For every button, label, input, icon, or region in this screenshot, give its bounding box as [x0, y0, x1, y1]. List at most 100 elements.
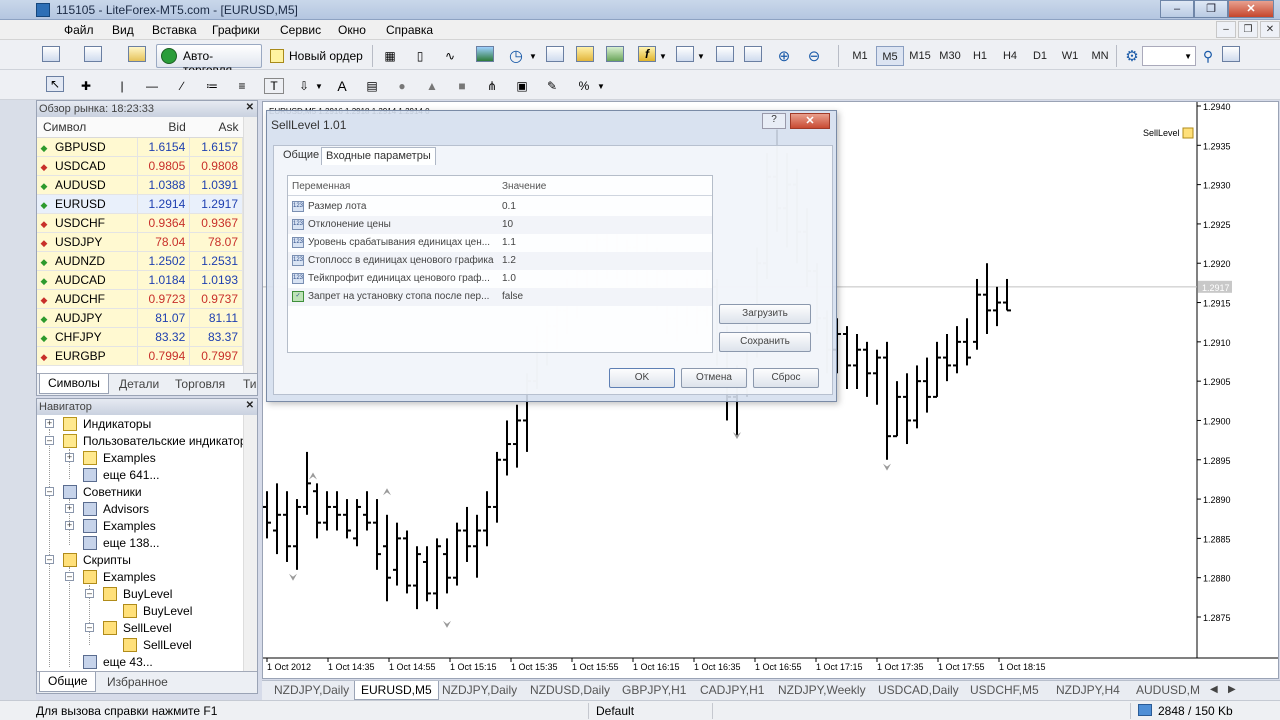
collapse-icon[interactable]: –	[45, 436, 54, 445]
market-watch-row[interactable]: ◆ EURGBP 0.7994 0.7997	[37, 346, 243, 366]
timeframe-w1[interactable]: W1	[1056, 46, 1084, 66]
nav-item-scripts[interactable]: Скрипты	[83, 553, 131, 569]
parameter-value[interactable]: false	[502, 291, 523, 302]
tab-details[interactable]: Детали	[119, 377, 159, 391]
rectangle-icon[interactable]: ■	[452, 76, 472, 96]
parameter-value[interactable]: 10	[502, 219, 513, 230]
nav-item-buylevel-folder[interactable]: BuyLevel	[123, 587, 172, 603]
timeframe-m5[interactable]: M5	[876, 46, 904, 66]
new-chart-icon[interactable]	[42, 46, 60, 62]
chart-tab[interactable]: USDCAD,Daily	[878, 683, 959, 697]
market-watch-scrollbar[interactable]	[243, 117, 257, 375]
nav-item-more[interactable]: еще 43...	[103, 655, 153, 671]
timeframe-m1[interactable]: M1	[846, 46, 874, 66]
chart-tab[interactable]: NZDJPY,Daily	[274, 683, 349, 697]
market-watch-row[interactable]: ◆ AUDUSD 1.0388 1.0391	[37, 175, 243, 195]
column-header-bid[interactable]: Bid	[137, 117, 190, 138]
menu-file[interactable]: Файл	[64, 23, 94, 37]
tile-windows-icon[interactable]	[546, 46, 564, 62]
text-label-icon[interactable]: T	[264, 78, 284, 94]
nav-item-examples[interactable]: Examples	[103, 451, 156, 467]
timeframe-m30[interactable]: M30	[936, 46, 964, 66]
nav-item-selllevel-script[interactable]: SellLevel	[143, 638, 192, 654]
chart-tab[interactable]: GBPJPY,H1	[622, 683, 686, 697]
timeframe-d1[interactable]: D1	[1026, 46, 1054, 66]
market-watch-row[interactable]: ◆ USDJPY 78.04 78.07	[37, 232, 243, 252]
text-icon[interactable]: A	[332, 76, 352, 96]
expand-icon[interactable]: +	[45, 419, 54, 428]
objects-icon[interactable]	[576, 46, 594, 62]
search-input[interactable]: ▼	[1142, 46, 1196, 66]
chart-tab[interactable]: NZDJPY,Daily	[442, 683, 517, 697]
timeframe-h1[interactable]: H1	[966, 46, 994, 66]
expand-icon[interactable]: +	[65, 504, 74, 513]
timeframe-h4[interactable]: H4	[996, 46, 1024, 66]
collapse-icon[interactable]: –	[45, 487, 54, 496]
tab-general[interactable]: Общие	[279, 147, 323, 165]
chevron-down-icon[interactable]: ▼	[596, 76, 606, 96]
market-watch-row[interactable]: ◆ EURUSD 1.2914 1.2917	[37, 194, 243, 214]
close-icon[interactable]: ✕	[246, 102, 254, 113]
navigator-scrollbar[interactable]	[243, 415, 257, 673]
tab-trading[interactable]: Торговля	[175, 377, 225, 391]
parameter-row[interactable]: ✓ Запрет на установку стопа после пер... f…	[288, 288, 712, 306]
market-watch-row[interactable]: ◆ AUDJPY 81.07 81.11	[37, 308, 243, 328]
restore-button[interactable]: ❐	[1194, 0, 1228, 18]
load-button[interactable]: Загрузить	[719, 304, 811, 324]
triangle-icon[interactable]: ▲	[422, 76, 442, 96]
horizontal-line-icon[interactable]: —	[142, 76, 162, 96]
nav-item-indicators[interactable]: Индикаторы	[83, 417, 151, 433]
market-watch-icon[interactable]	[128, 46, 146, 62]
expand-icon[interactable]: +	[65, 453, 74, 462]
market-watch-row[interactable]: ◆ AUDNZD 1.2502 1.2531	[37, 251, 243, 271]
chart-tab[interactable]: NZDJPY,Weekly	[778, 683, 866, 697]
autotrade-button[interactable]: Авто-торговля	[156, 44, 262, 77]
ellipse-icon[interactable]: ●	[392, 76, 412, 96]
help-button[interactable]: ?	[762, 113, 786, 129]
parameter-value[interactable]: 1.0	[502, 273, 516, 284]
search-icon[interactable]: ⚲	[1198, 46, 1218, 66]
help-book-icon[interactable]	[1222, 46, 1240, 62]
cursor-icon[interactable]: ↖	[46, 76, 64, 92]
chart-tab[interactable]: NZDJPY,H4	[1056, 683, 1120, 697]
market-watch-row[interactable]: ◆ CHFJPY 83.32 83.37	[37, 327, 243, 347]
vertical-line-icon[interactable]: |	[112, 76, 132, 96]
chart-shift-icon[interactable]	[716, 46, 734, 62]
mdi-close-button[interactable]: ✕	[1260, 21, 1280, 38]
parameter-row[interactable]: 123 Тейкпрофит единицах ценового граф... 1…	[288, 270, 712, 288]
zoom-out-icon[interactable]: ⊖	[804, 46, 824, 66]
menu-charts[interactable]: Графики	[212, 23, 260, 37]
nav-item-scripts-examples[interactable]: Examples	[103, 570, 156, 586]
chevron-down-icon[interactable]: ▼	[696, 46, 706, 66]
clock-icon[interactable]: ◷	[506, 46, 526, 66]
collapse-icon[interactable]: –	[65, 572, 74, 581]
pitchfork-icon[interactable]: ⋔	[482, 76, 502, 96]
percent-icon[interactable]: %	[574, 76, 594, 96]
bar-chart-icon[interactable]: ▦	[380, 46, 400, 66]
close-window-button[interactable]: ✕	[1228, 0, 1274, 18]
collapse-icon[interactable]: –	[85, 589, 94, 598]
cancel-button[interactable]: Отмена	[681, 368, 747, 388]
market-watch-row[interactable]: ◆ USDCAD 0.9805 0.9808	[37, 156, 243, 176]
strategy-tester-icon[interactable]	[606, 46, 624, 62]
tab-symbols[interactable]: Символы	[39, 374, 109, 394]
colors-icon[interactable]	[476, 46, 494, 62]
trendline-icon[interactable]: ∕	[172, 76, 192, 96]
parameter-value[interactable]: 0.1	[502, 201, 516, 212]
arrows-icon[interactable]: ⇩	[294, 76, 314, 96]
reset-button[interactable]: Сброс	[753, 368, 819, 388]
profiles-icon[interactable]	[84, 46, 102, 62]
mdi-minimize-button[interactable]: –	[1216, 21, 1236, 38]
candlestick-icon[interactable]: ▯	[410, 46, 430, 66]
chart-tab[interactable]: NZDUSD,Daily	[530, 683, 610, 697]
parameter-row[interactable]: 123 Стоплосс в единицах ценового графика 1…	[288, 252, 712, 270]
nav-item-selllevel-folder[interactable]: SellLevel	[123, 621, 172, 637]
settings-gear-icon[interactable]: ⚙	[1122, 46, 1142, 66]
market-watch-row[interactable]: ◆ USDCHF 0.9364 0.9367	[37, 213, 243, 233]
chart-tab[interactable]: CADJPY,H1	[700, 683, 764, 697]
timeframe-mn[interactable]: MN	[1086, 46, 1114, 66]
ok-button[interactable]: OK	[609, 368, 675, 388]
image-icon[interactable]: ▣	[512, 76, 532, 96]
collapse-icon[interactable]: –	[45, 555, 54, 564]
parameter-value[interactable]: 1.1	[502, 237, 516, 248]
